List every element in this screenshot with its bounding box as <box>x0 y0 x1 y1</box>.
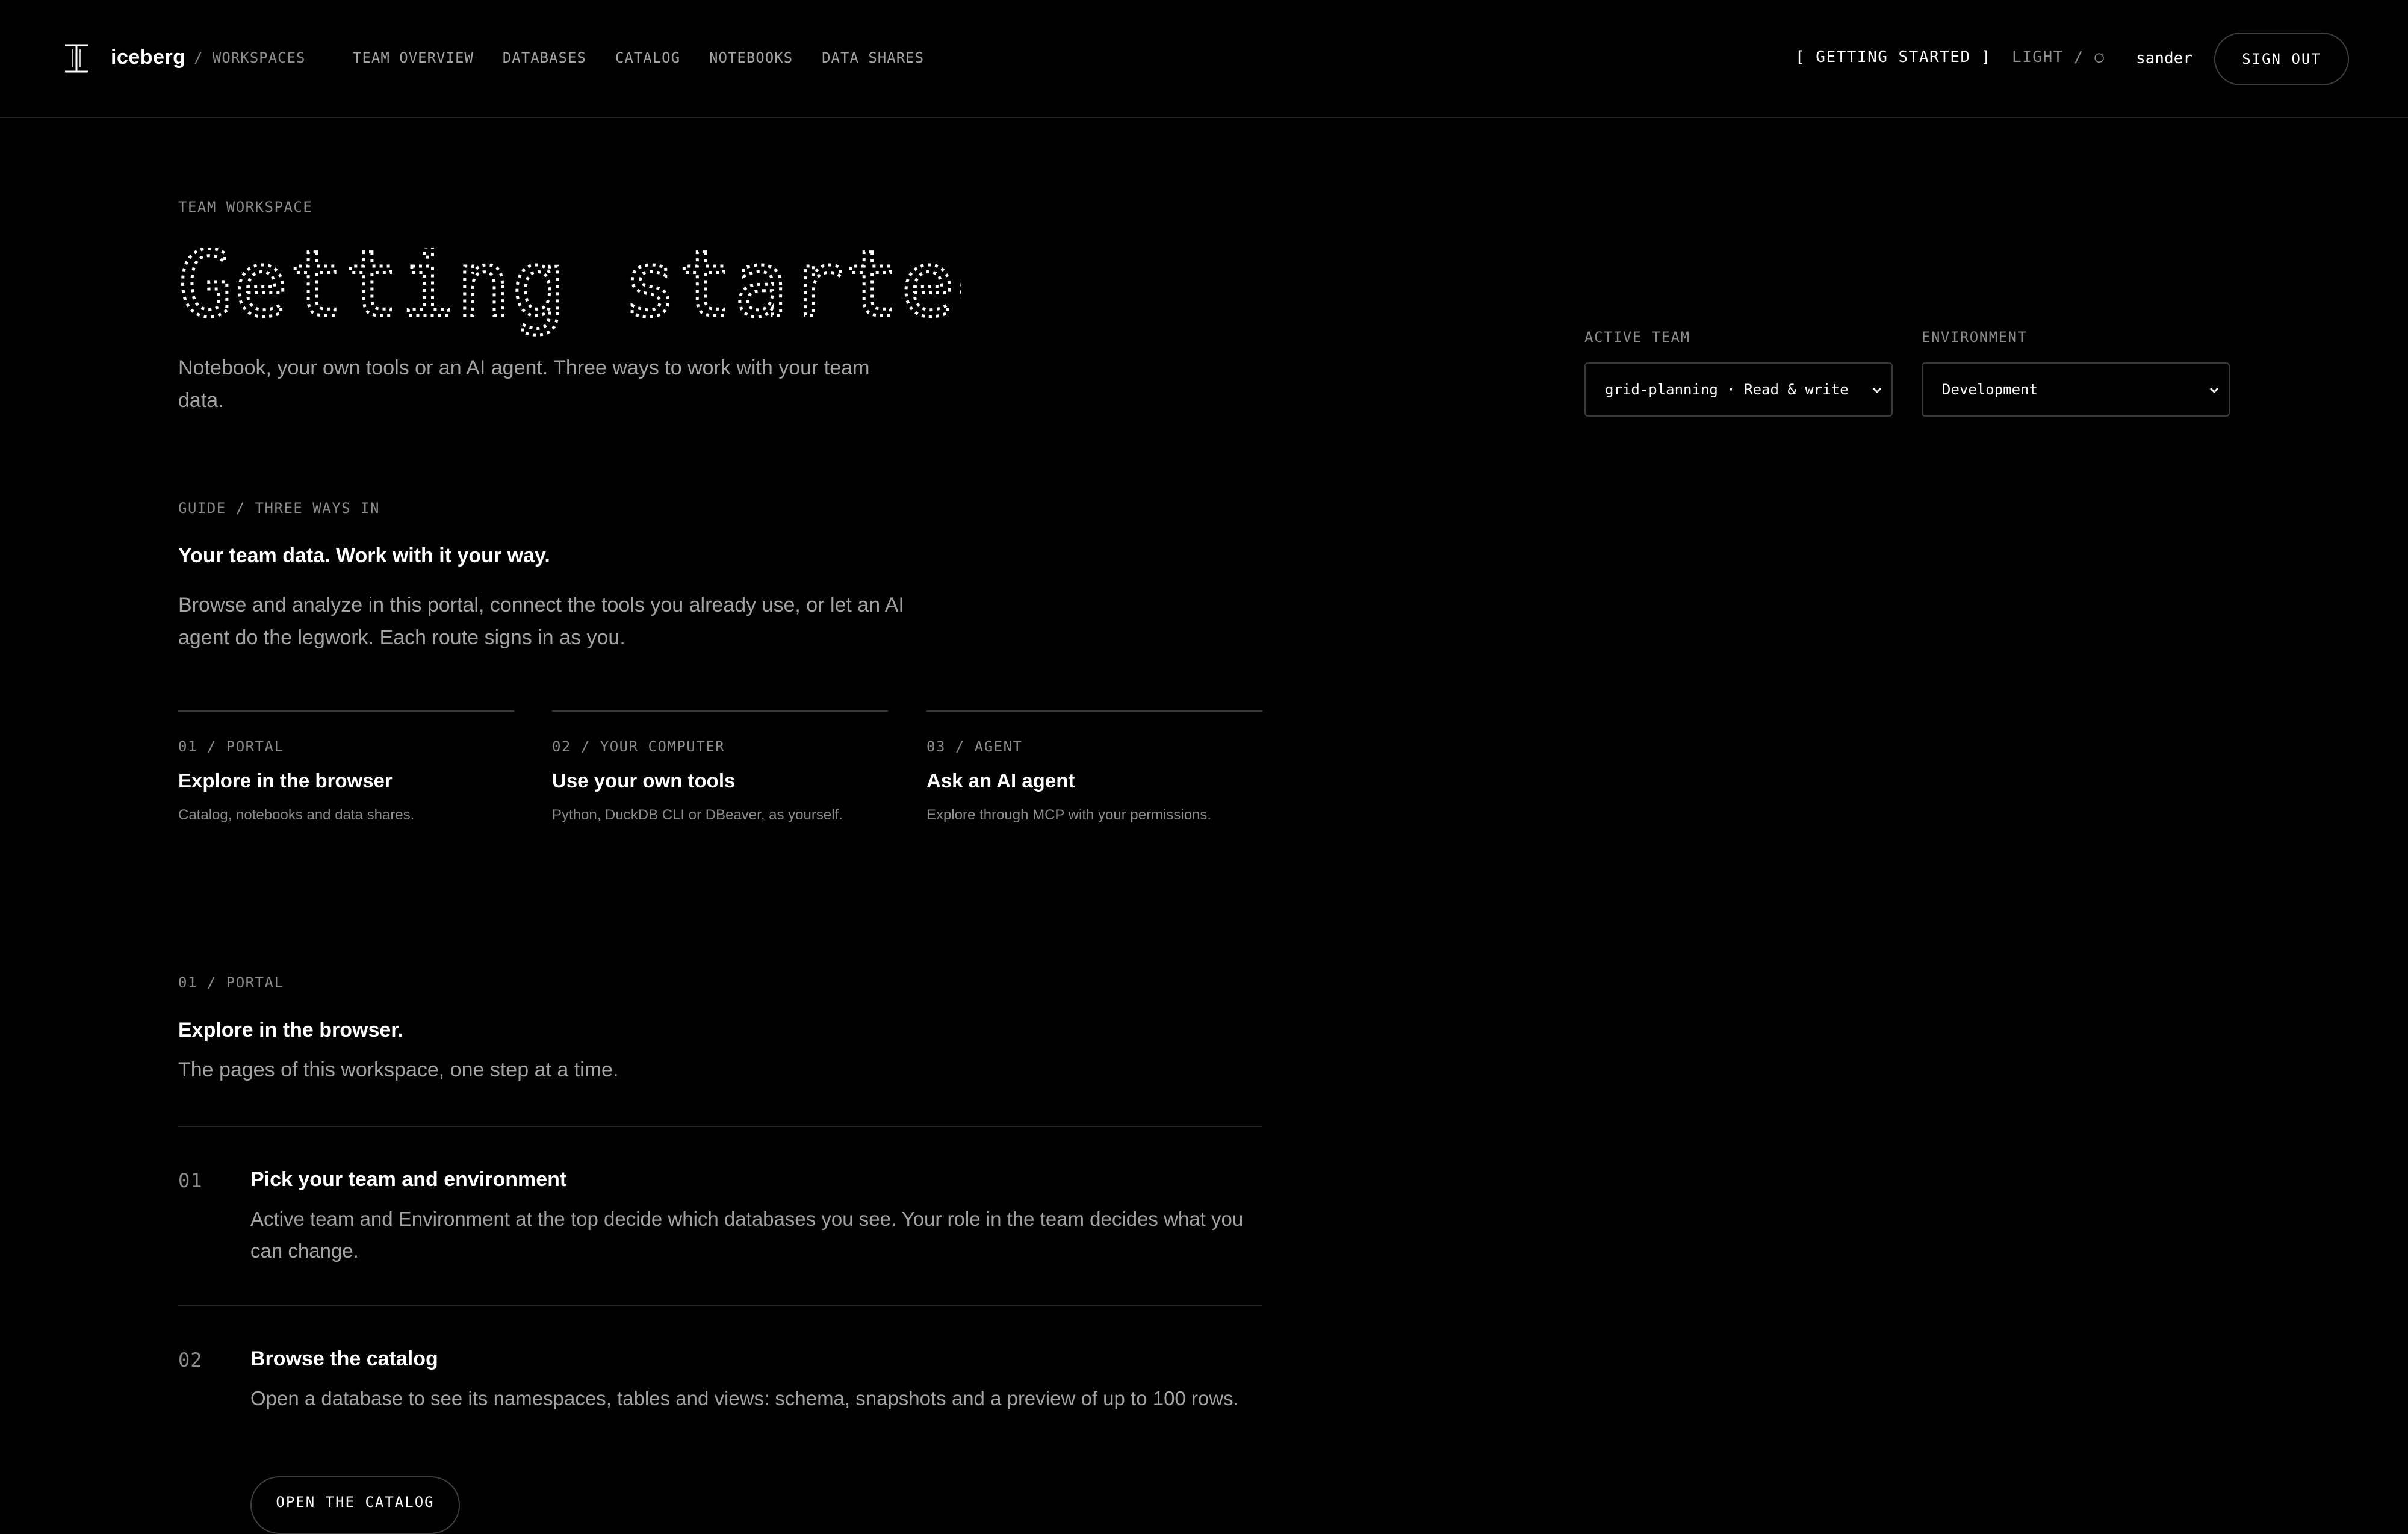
card-agent[interactable]: 03 / AGENT Ask an AI agent Explore throu… <box>926 710 1262 823</box>
active-team-label: ACTIVE TEAM <box>1584 329 1690 346</box>
card-description: Catalog, notebooks and data shares. <box>178 807 415 823</box>
card-title: Explore in the browser <box>178 769 393 792</box>
step-number: 02 <box>178 1349 203 1371</box>
card-description: Python, DuckDB CLI or DBeaver, as yourse… <box>552 807 843 823</box>
getting-started-link[interactable]: [ GETTING STARTED ] <box>1795 48 1991 66</box>
sign-out-button[interactable]: SIGN OUT <box>2214 33 2349 85</box>
hero-lead: Notebook, your own tools or an AI agent.… <box>178 356 870 412</box>
nav-data-shares[interactable]: DATA SHARES <box>822 49 924 66</box>
breadcrumb[interactable]: / WORKSPACES <box>194 49 305 66</box>
step-number: 01 <box>178 1169 203 1192</box>
environment-value: Development <box>1942 381 2038 398</box>
nav-catalog[interactable]: CATALOG <box>615 49 680 66</box>
step-description: Active team and Environment at the top d… <box>250 1208 1244 1262</box>
divider <box>178 1305 1262 1306</box>
card-eyebrow: 02 / YOUR COMPUTER <box>552 738 725 755</box>
card-description: Explore through MCP with your permission… <box>926 807 1212 823</box>
brand-name[interactable]: iceberg <box>111 46 185 69</box>
top-navigation-bar: iceberg / WORKSPACES TEAM OVERVIEW DATAB… <box>0 0 2408 118</box>
guide-heading: Your team data. Work with it your way. <box>178 544 550 567</box>
portal-heading: Explore in the browser. <box>178 1019 404 1042</box>
hero-eyebrow: TEAM WORKSPACE <box>178 199 313 216</box>
chevron-down-icon <box>2209 387 2219 394</box>
environment-label: ENVIRONMENT <box>1922 329 2028 346</box>
iceberg-logo-icon[interactable] <box>63 43 90 73</box>
card-title: Ask an AI agent <box>926 769 1075 792</box>
card-portal[interactable]: 01 / PORTAL Explore in the browser Catal… <box>178 710 514 823</box>
user-name: sander <box>2136 49 2192 67</box>
guide-lead: Browse and analyze in this portal, conne… <box>178 594 904 649</box>
nav-notebooks[interactable]: NOTEBOOKS <box>709 49 793 66</box>
portal-lead: The pages of this workspace, one step at… <box>178 1058 619 1081</box>
nav-team-overview[interactable]: TEAM OVERVIEW <box>353 49 474 66</box>
svg-text:Getting started.: Getting started. <box>178 248 961 337</box>
theme-toggle[interactable]: LIGHT / ○ <box>2012 48 2105 66</box>
step-title: Pick your team and environment <box>250 1168 567 1191</box>
divider <box>178 1126 1262 1127</box>
card-your-computer[interactable]: 02 / YOUR COMPUTER Use your own tools Py… <box>552 710 888 823</box>
card-eyebrow: 01 / PORTAL <box>178 738 284 755</box>
chevron-down-icon <box>1872 387 1882 394</box>
step-description: Open a database to see its namespaces, t… <box>250 1387 1239 1409</box>
card-eyebrow: 03 / AGENT <box>926 738 1023 755</box>
step-title: Browse the catalog <box>250 1347 438 1370</box>
open-catalog-button[interactable]: OPEN THE CATALOG <box>250 1476 460 1534</box>
active-team-select[interactable]: grid-planning · Read & write <box>1584 362 1893 417</box>
guide-eyebrow: GUIDE / THREE WAYS IN <box>178 500 380 517</box>
card-title: Use your own tools <box>552 769 736 792</box>
portal-eyebrow: 01 / PORTAL <box>178 974 284 991</box>
environment-select[interactable]: Development <box>1922 362 2230 417</box>
main-nav: TEAM OVERVIEW DATABASES CATALOG NOTEBOOK… <box>353 49 953 66</box>
active-team-value: grid-planning · Read & write <box>1605 381 1849 398</box>
page-title: Getting started. <box>178 248 961 338</box>
nav-databases[interactable]: DATABASES <box>503 49 586 66</box>
